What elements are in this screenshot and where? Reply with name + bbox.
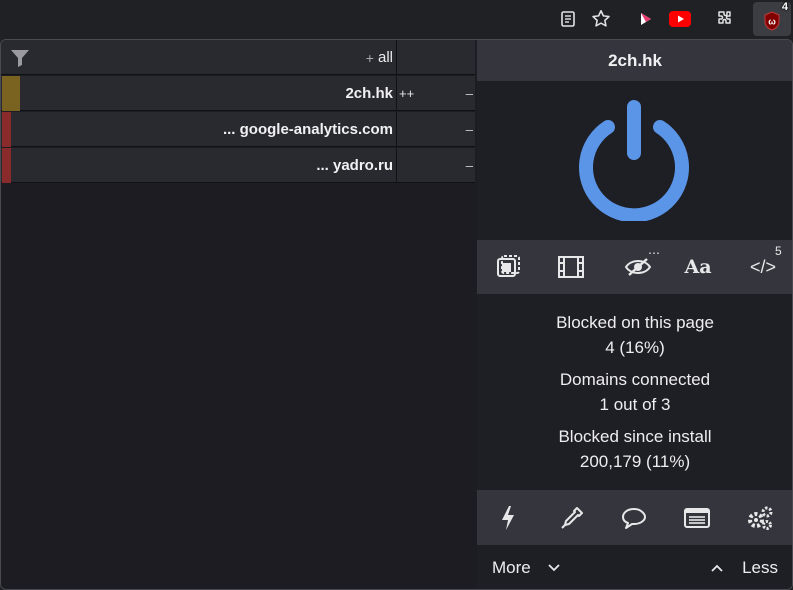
stat-label: Domains connected [559,370,711,389]
firewall-row[interactable]: ... google-analytics.com – [1,112,475,147]
plus-sign: + [365,49,374,66]
firewall-action[interactable]: – [436,148,475,183]
firewall-header-row[interactable]: + all [1,40,475,75]
more-label: More [492,558,531,577]
power-switch-icon[interactable] [576,95,692,226]
youtube-extension-icon[interactable] [665,4,695,34]
bookmark-star-icon[interactable] [586,4,616,34]
firewall-action[interactable]: – [436,76,475,111]
ublock-popup: + all 2ch.hk ++ – ... google-analytics.c… [0,39,793,590]
firewall-row[interactable]: 2ch.hk ++ – [1,76,475,111]
remove-popups-icon[interactable] [490,250,526,284]
ublock-origin-icon[interactable]: ω 4 [753,1,791,36]
extensions-puzzle-icon[interactable] [709,4,739,34]
chevron-down-icon [547,558,561,578]
firewall-count[interactable] [396,148,436,183]
domain-status-swatch [2,148,11,183]
firewall-domain[interactable]: 2ch.hk [21,76,396,111]
svg-text:ω: ω [768,17,776,27]
domain-status-swatch [2,112,11,147]
picker-eyedropper-icon[interactable] [552,500,592,535]
fonts-icon[interactable]: Aa [680,250,716,284]
more-less-bar: More Less [477,545,792,589]
firewall-row[interactable]: ... yadro.ru – [1,148,475,183]
dashboard-gears-icon[interactable] [740,500,780,535]
per-site-switches: ⋯ Aa </> 5 [477,240,792,294]
logger-list-icon[interactable] [677,500,717,535]
reader-mode-icon[interactable] [553,4,583,34]
play-extension-icon[interactable] [630,4,660,34]
firewall-domain[interactable]: ... google-analytics.com [21,112,396,147]
all-label: all [377,49,393,66]
scripts-glyph: </> [749,256,777,277]
ublock-badge-count: 4 [781,1,788,13]
domain-status-swatch [2,76,20,111]
firewall-domain[interactable]: ... yadro.ru [21,148,396,183]
more-button[interactable]: More [492,545,561,589]
stat-value: 200,179 (11%) [579,452,691,471]
zapper-icon[interactable] [488,500,528,535]
stats-panel: Blocked on this page 4 (16%) Domains con… [477,310,792,481]
firewall-header-local-cell[interactable] [396,40,436,75]
firewall-count[interactable]: ++ [396,76,436,111]
stat-value: 4 (16%) [605,338,665,357]
bottom-tools [477,490,792,545]
main-pane: 2ch.hk ⋯ Aa </> 5 Blocked on this page 4… [477,40,792,589]
scripts-count-badge: 5 [775,244,782,258]
stat-value: 1 out of 3 [599,395,671,414]
cosmetic-dots: ⋯ [648,246,660,260]
chevron-up-icon [710,558,724,578]
stat-label: Blocked since install [558,427,712,446]
firewall-header-global-cell[interactable] [436,40,475,75]
stat-label: Blocked on this page [556,313,714,332]
scripts-icon[interactable]: </> 5 [745,244,782,284]
less-label: Less [742,558,778,577]
large-media-icon[interactable] [553,250,589,284]
report-speech-icon[interactable] [614,500,654,535]
firewall-all-cell[interactable]: + all [21,40,396,75]
less-button[interactable]: Less [710,545,778,589]
firewall-count[interactable] [396,112,436,147]
cosmetic-filtering-icon[interactable]: ⋯ [616,246,660,284]
firewall-pane: + all 2ch.hk ++ – ... google-analytics.c… [1,40,477,589]
browser-toolbar: ω 4 [0,0,793,38]
page-hostname: 2ch.hk [477,40,792,81]
firewall-action[interactable]: – [436,112,475,147]
